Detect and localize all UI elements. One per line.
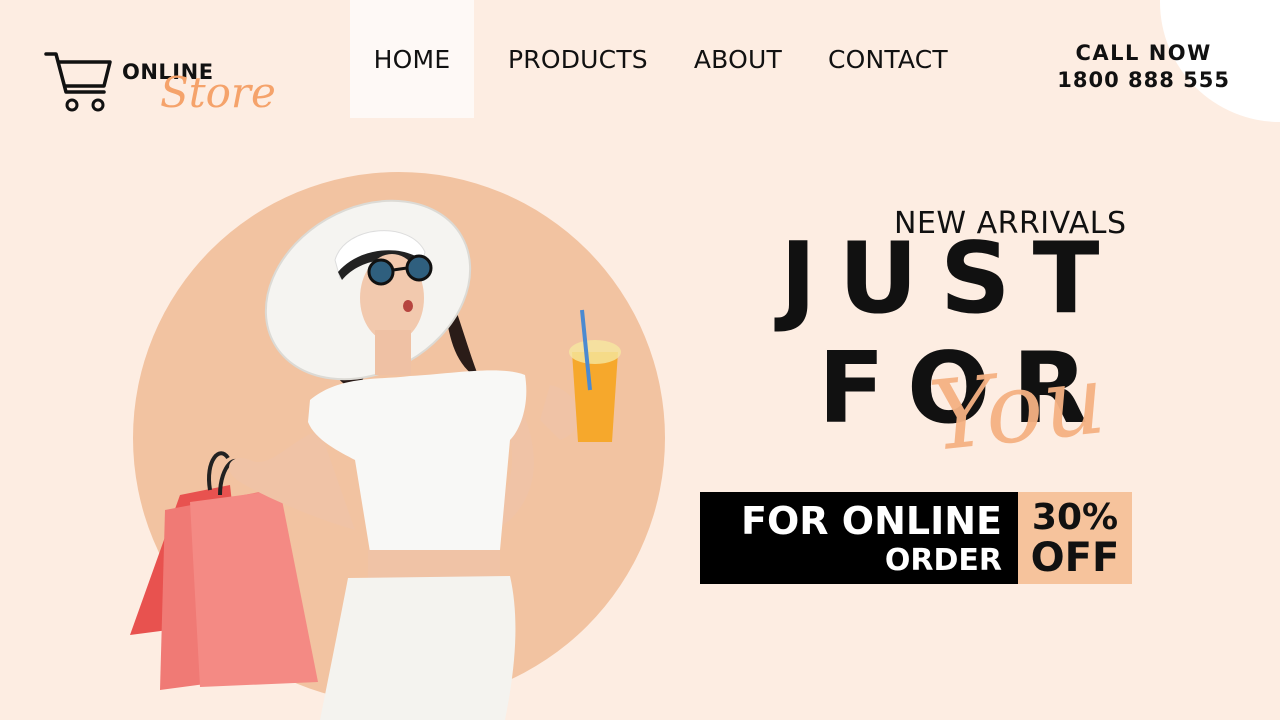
- discount-off-label: OFF: [1030, 535, 1120, 581]
- nav-item-products[interactable]: PRODUCTS: [508, 0, 648, 118]
- call-now-label: CALL NOW: [1075, 41, 1212, 65]
- headline-just: JUST: [780, 222, 1122, 336]
- discount-percent: 30%: [1031, 497, 1119, 538]
- offer-banner[interactable]: FOR ONLINE ORDER: [700, 492, 1018, 584]
- headline-you-script: You: [924, 343, 1111, 473]
- main-nav: HOME PRODUCTS ABOUT CONTACT: [350, 0, 948, 120]
- logo-text-store: Store: [160, 68, 276, 117]
- discount-badge[interactable]: 30% OFF: [1018, 492, 1132, 584]
- nav-item-contact[interactable]: CONTACT: [828, 0, 948, 118]
- logo[interactable]: ONLINE Store: [44, 48, 284, 128]
- offer-line-1: FOR ONLINE: [741, 499, 1002, 543]
- call-now-block[interactable]: CALL NOW 1800 888 555: [1057, 40, 1230, 94]
- phone-number[interactable]: 1800 888 555: [1057, 66, 1230, 94]
- offer-line-2: ORDER: [884, 543, 1002, 578]
- shopping-cart-icon: [44, 52, 112, 112]
- landing-page: ONLINE Store HOME PRODUCTS ABOUT CONTACT…: [0, 0, 1280, 720]
- hero-model-image: [130, 199, 621, 720]
- nav-item-about[interactable]: ABOUT: [694, 0, 782, 118]
- drink-cup-icon: [569, 309, 621, 442]
- nav-item-home[interactable]: HOME: [350, 0, 474, 118]
